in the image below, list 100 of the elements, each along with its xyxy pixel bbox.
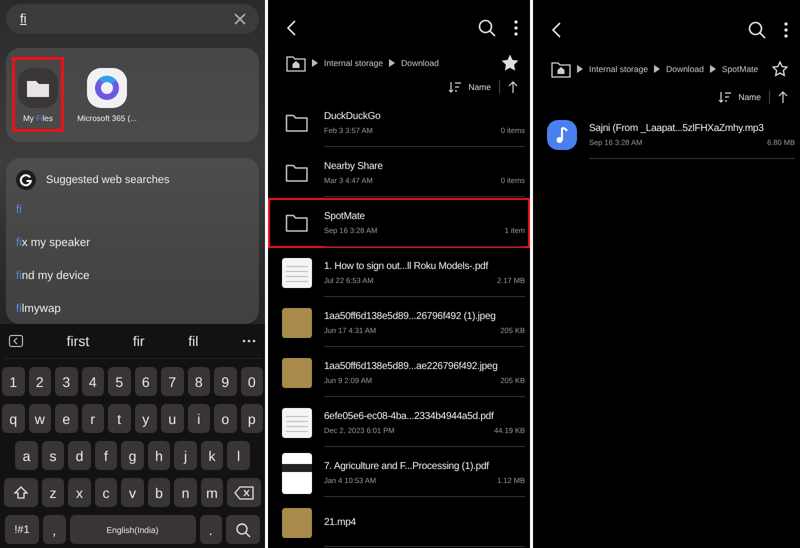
star-icon[interactable]	[502, 54, 518, 71]
key[interactable]: f	[94, 441, 118, 470]
sort-button[interactable]: Name	[448, 80, 491, 93]
space-key[interactable]: English(India)	[70, 515, 196, 544]
folder-icon	[285, 163, 309, 183]
period-key[interactable]: .	[200, 515, 222, 544]
key[interactable]: n	[174, 478, 197, 508]
more-icon[interactable]	[514, 20, 518, 36]
word-suggestion[interactable]: fir	[132, 333, 145, 350]
more-icon[interactable]	[242, 339, 256, 344]
key[interactable]: o	[214, 404, 236, 434]
search-icon[interactable]	[748, 21, 766, 39]
backspace-icon	[234, 486, 254, 500]
word-suggestion[interactable]: first	[66, 333, 90, 350]
suggestion-item[interactable]: fix my speaker	[16, 226, 90, 260]
triangle-icon	[312, 58, 318, 67]
file-name: DuckDuckGo	[324, 110, 382, 123]
photo-placeholder	[282, 308, 312, 338]
file-name: 1aa50ff6d138e5d89...ae226796f492.jpeg	[324, 360, 499, 373]
suggestion-item[interactable]: filmywap	[16, 292, 61, 324]
key[interactable]: j	[174, 441, 197, 470]
key[interactable]: v	[121, 478, 144, 508]
breadcrumb-item[interactable]: Download	[401, 58, 439, 68]
key[interactable]: 6	[134, 367, 157, 396]
home-folder-icon[interactable]	[286, 54, 306, 72]
close-icon[interactable]	[233, 12, 247, 26]
key[interactable]: c	[94, 478, 118, 508]
up-arrow-icon[interactable]	[778, 91, 788, 103]
key[interactable]: e	[55, 404, 78, 434]
key[interactable]: 5	[108, 367, 130, 396]
file-name: 1aa50ff6d138e5d89...26796f492 (1).jpeg	[324, 310, 497, 323]
triangle-icon	[710, 65, 716, 73]
key[interactable]: 9	[214, 367, 236, 396]
key[interactable]: w	[28, 404, 51, 434]
triangle-icon	[577, 65, 583, 73]
file-name: 7. Agriculture and F...Processing (1).pdf	[324, 460, 490, 473]
key[interactable]: b	[148, 478, 170, 508]
suggestion-item[interactable]: find my device	[16, 260, 90, 293]
breadcrumb-item[interactable]: Internal storage	[324, 58, 384, 68]
shift-icon	[12, 484, 29, 501]
back-icon[interactable]	[286, 20, 296, 36]
key[interactable]: p	[240, 404, 263, 434]
key[interactable]: 0	[240, 367, 263, 396]
key[interactable]: y	[134, 404, 157, 434]
key[interactable]: a	[15, 441, 38, 470]
breadcrumb-item[interactable]: SpotMate	[722, 64, 758, 74]
folder-app-icon	[18, 68, 58, 108]
key[interactable]: u	[161, 404, 184, 434]
section-title: Suggested web searches	[46, 174, 170, 186]
back-icon[interactable]	[551, 22, 561, 38]
key[interactable]: d	[68, 441, 91, 470]
backspace-key[interactable]	[227, 478, 262, 508]
file-row[interactable]: 21.mp4	[268, 498, 530, 548]
up-arrow-icon[interactable]	[508, 80, 518, 93]
key[interactable]: k	[200, 441, 224, 470]
key[interactable]: 3	[55, 367, 78, 396]
key[interactable]: 7	[161, 367, 184, 396]
breadcrumb-item[interactable]: Download	[666, 64, 704, 74]
star-outline-icon[interactable]	[772, 61, 788, 77]
key[interactable]: x	[68, 478, 91, 508]
sort-icon	[718, 91, 732, 103]
collapse-icon[interactable]	[9, 335, 23, 348]
music-note-icon	[547, 120, 577, 150]
symbols-key[interactable]: !#1	[5, 515, 39, 544]
key[interactable]: h	[148, 441, 170, 470]
shift-key[interactable]	[4, 478, 38, 508]
document-thumbnail	[282, 408, 312, 438]
photo-placeholder	[282, 358, 312, 388]
key[interactable]: g	[121, 441, 144, 470]
key[interactable]: 8	[188, 367, 210, 396]
more-icon[interactable]	[784, 22, 788, 38]
key[interactable]: i	[188, 404, 210, 434]
photo-placeholder	[282, 508, 312, 538]
search-field[interactable]: fi	[6, 4, 259, 34]
key[interactable]: l	[227, 441, 250, 470]
app-shortcut[interactable]: Microsoft 365 (...	[74, 57, 140, 132]
key[interactable]: r	[82, 404, 104, 434]
document-thumbnail	[282, 258, 312, 288]
key[interactable]: 1	[2, 367, 24, 396]
key[interactable]: 2	[28, 367, 51, 396]
triangle-icon	[389, 58, 396, 67]
search-icon[interactable]	[478, 18, 496, 37]
home-folder-icon[interactable]	[551, 60, 571, 78]
app-shortcut[interactable]: My Files	[12, 57, 64, 132]
sort-button[interactable]: Name	[718, 91, 761, 103]
file-name: Nearby Share	[324, 160, 384, 173]
key[interactable]: m	[200, 478, 224, 508]
folder-icon	[285, 113, 309, 133]
file-name: Sajni (From _Laapat...5zlFHXaZmhy.mp3	[589, 122, 765, 135]
comma-key[interactable]: ,	[43, 515, 66, 544]
key[interactable]: q	[2, 404, 24, 434]
document-thumbnail	[282, 452, 312, 494]
key[interactable]: t	[108, 404, 130, 434]
key[interactable]: 4	[82, 367, 104, 396]
search-key[interactable]	[226, 515, 260, 544]
breadcrumb-item[interactable]: Internal storage	[589, 64, 648, 74]
key[interactable]: z	[42, 478, 64, 508]
file-name: 1. How to sign out...ll Roku Models-.pdf	[324, 260, 490, 273]
word-suggestion[interactable]: fil	[188, 333, 198, 350]
key[interactable]: s	[42, 441, 64, 470]
